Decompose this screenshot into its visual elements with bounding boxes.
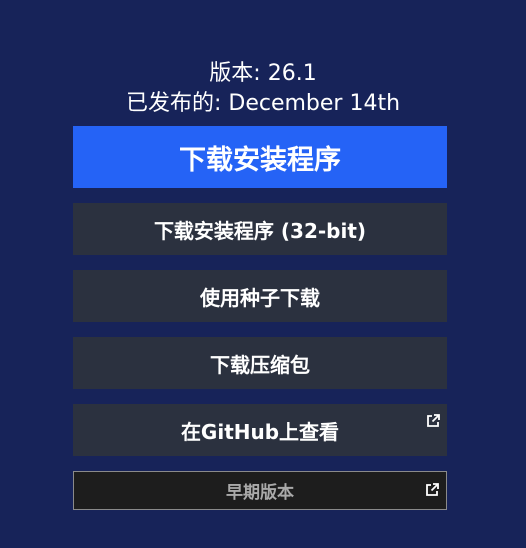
download-panel: 版本: 26.1 已发布的: December 14th 下载安装程序 下载安装… [0,0,526,548]
download-installer-button[interactable]: 下载安装程序 [73,126,447,188]
view-on-github-label: 在GitHub上查看 [180,419,340,444]
older-versions-button[interactable]: 早期版本 [73,471,447,510]
download-installer-32bit-label: 下载安装程序 (32-bit) [153,218,367,243]
download-archive-button[interactable]: 下载压缩包 [73,337,447,389]
external-link-icon [427,414,440,427]
release-date-label: 已发布的: December 14th [125,91,401,116]
older-versions-label: 早期版本 [226,483,294,503]
view-on-github-button[interactable]: 在GitHub上查看 [73,404,447,456]
download-installer-32bit-button[interactable]: 下载安装程序 (32-bit) [73,203,447,255]
download-archive-label: 下载压缩包 [210,352,310,377]
download-torrent-label: 使用种子下载 [200,285,320,310]
download-torrent-button[interactable]: 使用种子下载 [73,270,447,322]
version-label: 版本: 26.1 [209,61,317,86]
external-link-icon [426,483,439,496]
download-installer-label: 下载安装程序 [179,144,341,176]
